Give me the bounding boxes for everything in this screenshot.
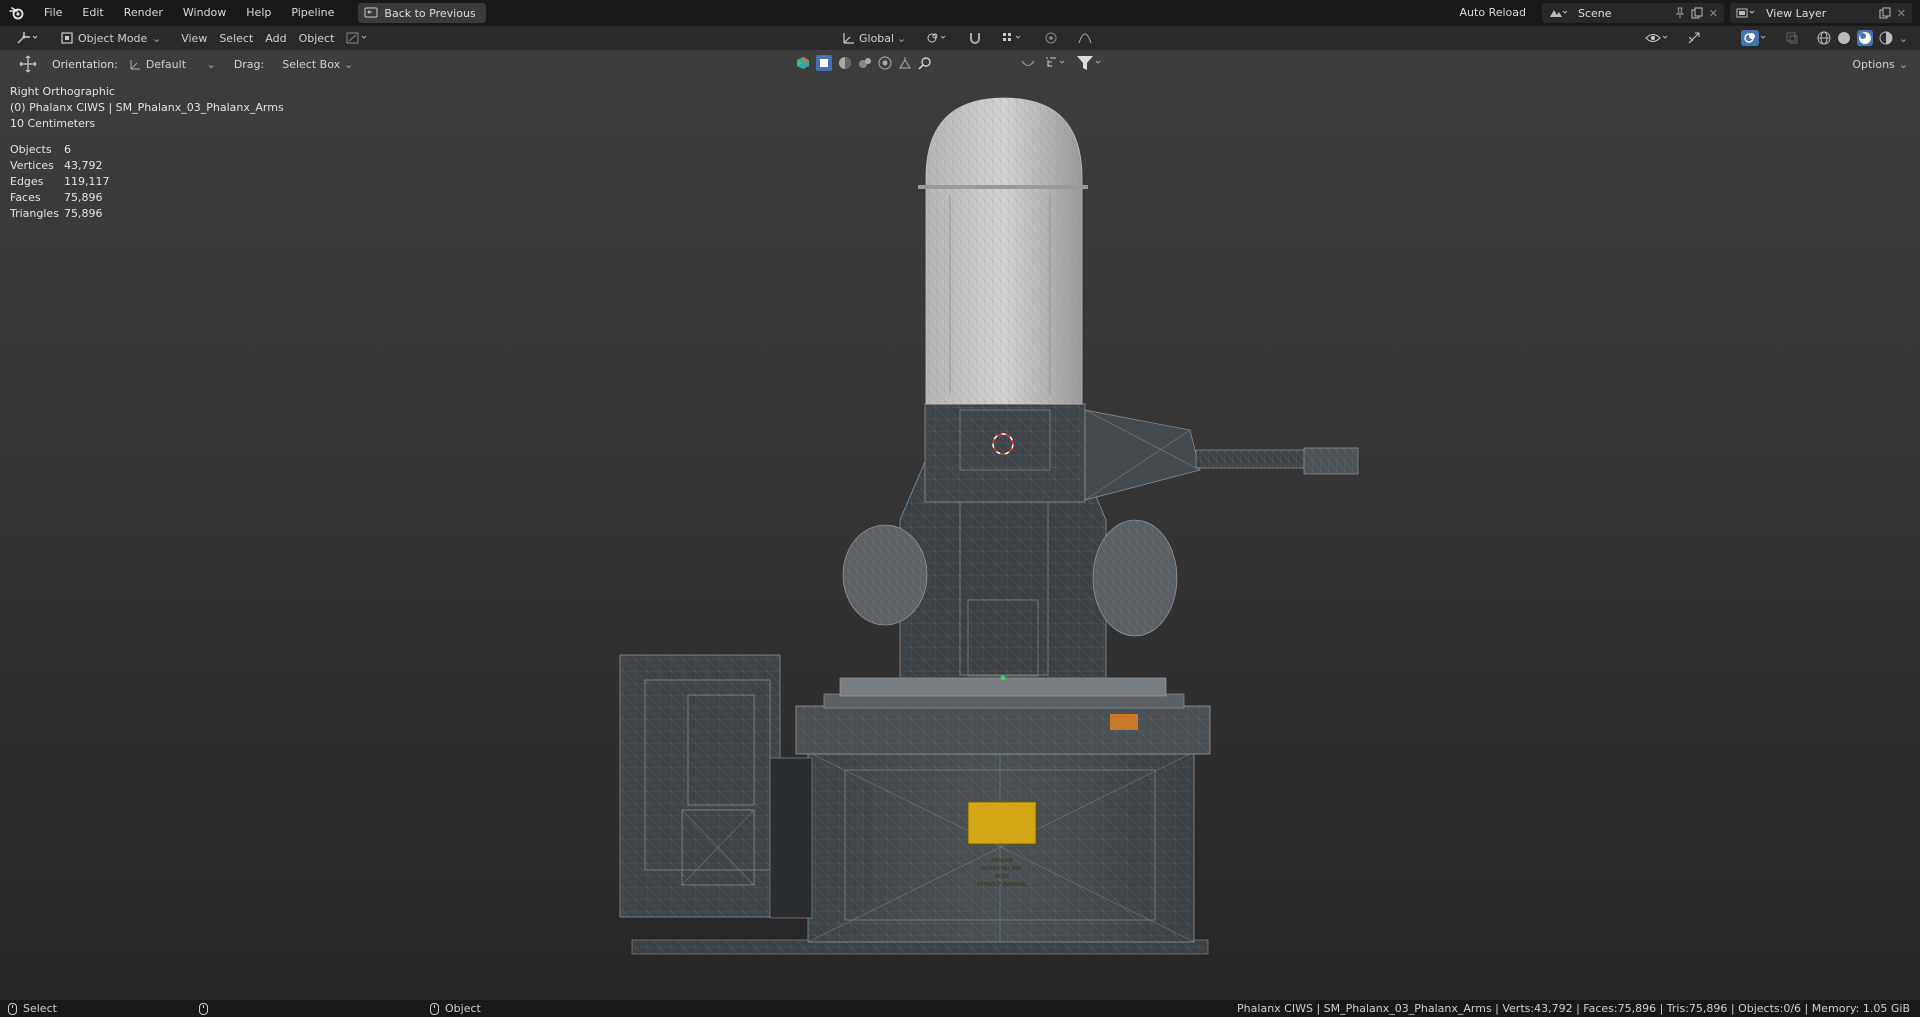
back-to-previous-button[interactable]: Back to Previous: [358, 3, 486, 23]
scene-selector[interactable]: Scene ✕: [1542, 3, 1724, 23]
menu-pipeline[interactable]: Pipeline: [281, 0, 344, 26]
editor-type-selector[interactable]: [10, 28, 46, 48]
electronics-cabinet: [619, 654, 813, 919]
snap-grid-icon: [1003, 33, 1021, 41]
xray-icon: [1786, 32, 1798, 44]
menu-select[interactable]: Select: [213, 28, 259, 48]
middle-mouse-icon: [199, 1002, 208, 1015]
wireframe-shading-icon[interactable]: [1817, 31, 1831, 45]
visibility-dropdown[interactable]: [1639, 28, 1675, 48]
shading-options-chevron-icon[interactable]: ⌄: [1899, 32, 1908, 45]
solid-shading-icon[interactable]: [1837, 31, 1851, 45]
turntable: [795, 677, 1211, 755]
overlays-dropdown[interactable]: [1735, 28, 1773, 48]
blender-logo-icon[interactable]: [0, 0, 34, 26]
gizmo-dropdown[interactable]: [340, 28, 376, 48]
view-layer-selector[interactable]: View Layer ✕: [1730, 3, 1912, 23]
material-preview-shading-icon[interactable]: [1856, 30, 1873, 46]
magnet-icon: [970, 33, 981, 44]
pivot-icon: [927, 33, 946, 43]
view-layer-icon: [1736, 8, 1755, 18]
proportional-editing-toggle[interactable]: [1038, 28, 1064, 48]
close-view-layer-icon[interactable]: ✕: [1897, 7, 1906, 20]
duplicate-view-layer-icon[interactable]: [1879, 7, 1891, 19]
menu-edit[interactable]: Edit: [72, 0, 113, 26]
falloff-dropdown[interactable]: [1072, 28, 1098, 48]
status-info: Phalanx CIWS | SM_Phalanx_03_Phalanx_Arm…: [1237, 1002, 1910, 1015]
warning-sign-text: DANGER MOUNTING MAY MOVE WITHOUT WARNING: [968, 852, 1036, 894]
scene-icon: [1550, 10, 1568, 17]
menu-help[interactable]: Help: [236, 0, 281, 26]
menu-render[interactable]: Render: [114, 0, 173, 26]
menu-view[interactable]: View: [175, 28, 213, 48]
transform-orientation-dropdown[interactable]: Global ⌄: [835, 28, 912, 48]
top-menu-bar: File Edit Render Window Help Pipeline Ba…: [0, 0, 1920, 26]
orientation-global-icon: [843, 33, 854, 44]
phalanx-ciws-model[interactable]: [0, 50, 1920, 1000]
right-mouse-icon: [430, 1002, 439, 1015]
scene-name: Scene: [1578, 6, 1612, 20]
snapping-toggle[interactable]: [962, 28, 988, 48]
pin-icon[interactable]: [1675, 7, 1685, 19]
chevron-down-icon: ⌄: [897, 31, 907, 45]
3d-viewport[interactable]: Orientation: Default ⌄ Drag: Select Box …: [0, 50, 1920, 1000]
screen-back-icon: [364, 7, 378, 18]
3d-viewport-icon: [17, 32, 38, 44]
warning-sign-line: MOUNTING MAY: [982, 866, 1022, 872]
radome: [918, 97, 1088, 405]
overlays-icon: [1740, 30, 1766, 46]
menu-window[interactable]: Window: [173, 0, 236, 26]
auto-reload-button[interactable]: Auto Reload: [1450, 0, 1536, 26]
pivot-point-dropdown[interactable]: [920, 28, 954, 48]
menu-file[interactable]: File: [34, 0, 72, 26]
close-scene-icon[interactable]: ✕: [1709, 7, 1718, 20]
snap-target-dropdown[interactable]: [996, 28, 1030, 48]
duplicate-scene-icon[interactable]: [1691, 7, 1703, 19]
gizmo-arrows-icon: [1688, 32, 1700, 44]
back-to-previous-label: Back to Previous: [384, 6, 476, 20]
falloff-curve-icon: [1078, 33, 1092, 44]
view-layer-name: View Layer: [1766, 6, 1827, 20]
gizmo-icon: [346, 32, 367, 44]
transform-orientation-label: Global: [859, 31, 895, 45]
shading-mode-group: ⌄: [1811, 28, 1914, 48]
gizmo-toggle[interactable]: [1681, 28, 1709, 48]
left-mouse-icon: [8, 1002, 17, 1015]
warning-sign-line: WITHOUT WARNING: [977, 882, 1027, 888]
warning-sign: [967, 801, 1037, 845]
menu-object[interactable]: Object: [293, 28, 341, 48]
proportional-editing-icon: [1045, 32, 1057, 44]
menu-add[interactable]: Add: [259, 28, 292, 48]
chevron-down-icon: ⌄: [152, 31, 162, 45]
viewport-header: Object Mode ⌄ View Select Add Object Glo…: [0, 26, 1920, 50]
object-mode-label: Object Mode: [78, 31, 148, 45]
warning-sign-line: DANGER: [991, 858, 1013, 864]
warning-sign-line: MOVE: [994, 874, 1010, 880]
eye-icon: [1645, 34, 1668, 42]
gun-barrel: [1195, 447, 1359, 475]
object-mode-dropdown[interactable]: Object Mode ⌄: [54, 28, 167, 48]
status-bar: Select Object Phalanx CIWS | SM_Phalanx_…: [0, 1000, 1920, 1017]
object-mode-icon: [61, 32, 73, 44]
object-origin: [1000, 675, 1006, 681]
rendered-shading-icon[interactable]: [1879, 31, 1893, 45]
gun-housing: [924, 403, 1201, 503]
status-select: Select: [23, 1002, 57, 1015]
status-object: Object: [445, 1002, 481, 1015]
xray-toggle[interactable]: [1779, 28, 1805, 48]
